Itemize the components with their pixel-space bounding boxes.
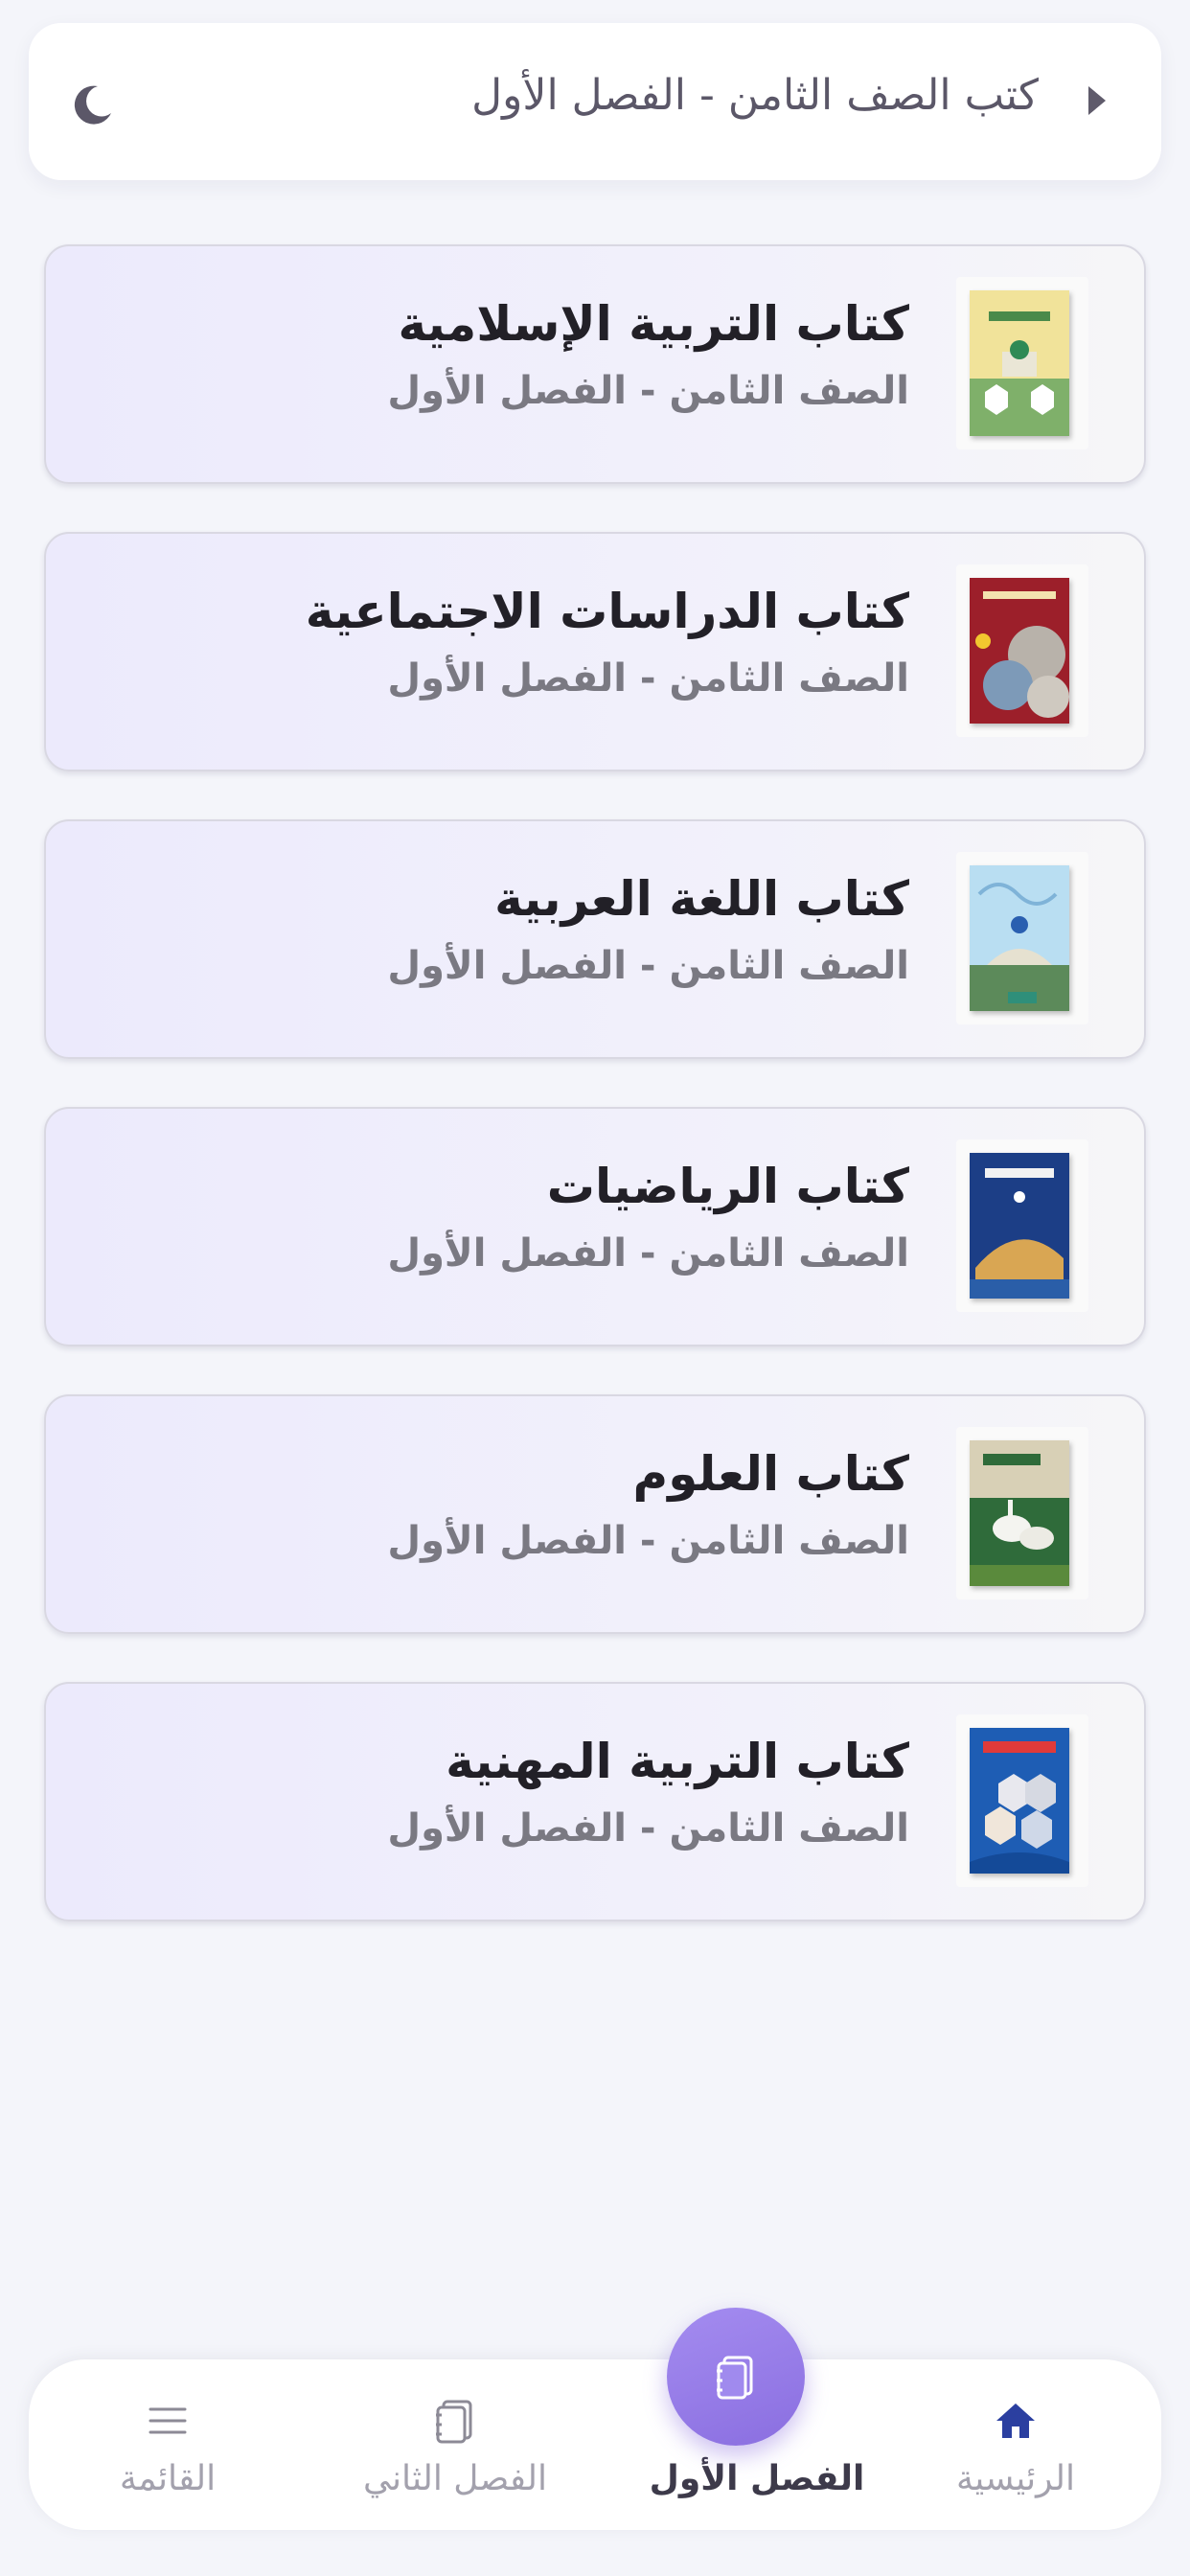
nav-second-semester[interactable]: الفصل الثاني (307, 2359, 604, 2530)
book-card-vocational[interactable]: كتاب التربية المهنية الصف الثامن - الفصل… (44, 1682, 1146, 1921)
book-cover-image (970, 865, 1069, 1011)
book-cover-image (970, 1728, 1069, 1874)
book-card-math[interactable]: كتاب الرياضيات الصف الثامن - الفصل الأول (44, 1107, 1146, 1346)
book-cover-frame (956, 1714, 1088, 1887)
book-subtitle: الصف الثامن - الفصل الأول (387, 656, 909, 701)
book-cover-image (970, 1153, 1069, 1299)
book-title: كتاب اللغة العربية (494, 871, 909, 927)
book-cover-frame (956, 1427, 1088, 1599)
book-title: كتاب التربية المهنية (446, 1734, 909, 1789)
book-cover-image (970, 578, 1069, 724)
book-title: كتاب التربية الإسلامية (398, 296, 909, 352)
app-header: كتب الصف الثامن - الفصل الأول (29, 23, 1161, 180)
book-subtitle: الصف الثامن - الفصل الأول (387, 1806, 909, 1851)
book-subtitle: الصف الثامن - الفصل الأول (387, 1231, 909, 1276)
book-card-science[interactable]: كتاب العلوم الصف الثامن - الفصل الأول (44, 1394, 1146, 1634)
book-list: كتاب التربية الإسلامية الصف الثامن - الف… (44, 244, 1146, 1969)
book-cover-image (970, 290, 1069, 436)
back-caret-icon[interactable] (1088, 86, 1106, 115)
first-semester-fab-button[interactable] (667, 2308, 805, 2446)
bottom-navigation: الرئيسية الفصل الأول الفصل الثاني القائم… (29, 2359, 1161, 2530)
book-cover-image (970, 1440, 1069, 1586)
nav-home-label: الرئيسية (956, 2459, 1075, 2498)
book-cover-frame (956, 277, 1088, 449)
menu-icon (149, 2407, 187, 2434)
book-subtitle: الصف الثامن - الفصل الأول (387, 944, 909, 988)
notebook-icon (717, 2356, 753, 2400)
nav-menu[interactable]: القائمة (48, 2359, 287, 2530)
book-cover-frame (956, 852, 1088, 1024)
nav-menu-label: القائمة (119, 2459, 217, 2498)
book-card-islamic[interactable]: كتاب التربية الإسلامية الصف الثامن - الف… (44, 244, 1146, 484)
nav-second-label: الفصل الثاني (363, 2459, 547, 2498)
book-title: كتاب الدراسات الاجتماعية (305, 584, 909, 639)
book-title: كتاب العلوم (632, 1446, 909, 1502)
book-subtitle: الصف الثامن - الفصل الأول (387, 1519, 909, 1563)
home-icon (996, 2404, 1035, 2438)
nav-home[interactable]: الرئيسية (891, 2359, 1140, 2530)
page-title: كتب الصف الثامن - الفصل الأول (471, 71, 1039, 120)
book-cover-frame (956, 1139, 1088, 1312)
nav-first-label: الفصل الأول (649, 2459, 865, 2498)
moon-icon[interactable] (69, 80, 115, 126)
book-subtitle: الصف الثامن - الفصل الأول (387, 369, 909, 413)
book-card-arabic[interactable]: كتاب اللغة العربية الصف الثامن - الفصل ا… (44, 819, 1146, 1059)
notebook-icon (436, 2400, 472, 2444)
book-cover-frame (956, 564, 1088, 737)
book-card-social-studies[interactable]: كتاب الدراسات الاجتماعية الصف الثامن - ا… (44, 532, 1146, 771)
book-title: كتاب الرياضيات (546, 1159, 909, 1214)
